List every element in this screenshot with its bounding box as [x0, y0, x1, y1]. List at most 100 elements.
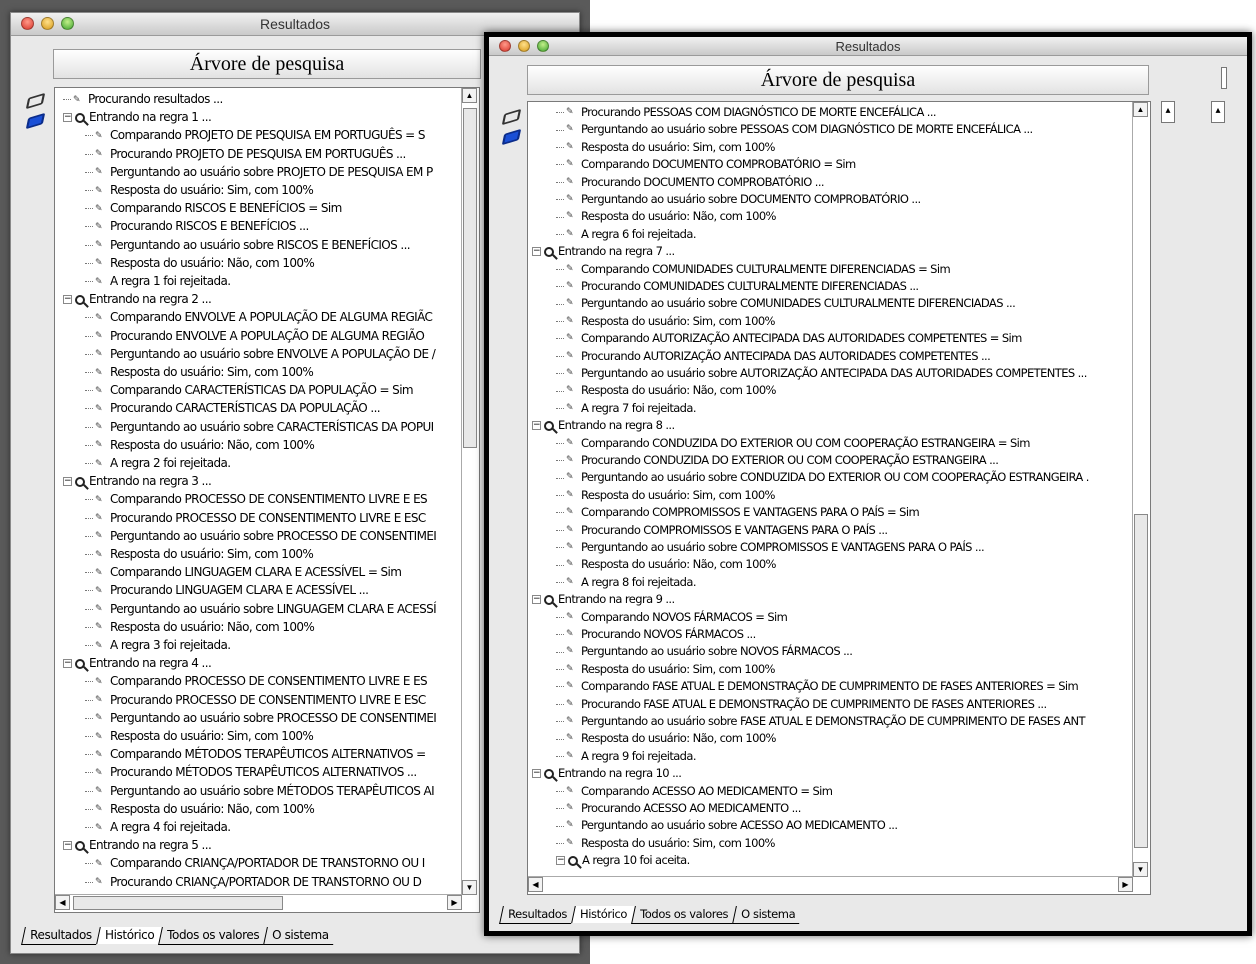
scroll-left-icon[interactable]: ◀ [55, 895, 70, 910]
tree-rule-node[interactable]: − Entrando na regra 10 ... [532, 765, 682, 782]
up-arrow-icon[interactable]: ▴ [1161, 101, 1175, 123]
tree-leaf-node[interactable]: ✎ Resposta do usuário: Sim, com 100% [85, 181, 314, 199]
tree-leaf-node[interactable]: ✎ A regra 8 foi rejeitada. [556, 574, 696, 591]
collapse-icon[interactable]: − [532, 595, 541, 605]
scroll-down-icon[interactable]: ▼ [1133, 862, 1148, 877]
tree-leaf-node[interactable]: ✎ Comparando MÉTODOS TERAPÊUTICOS ALTERNA… [85, 745, 426, 763]
scroll-right-icon[interactable]: ▶ [1118, 877, 1133, 892]
tree-leaf-node[interactable]: ✎ Perguntando ao usuário sobre CONDUZIDA … [556, 469, 1089, 486]
tree-leaf-node[interactable]: ✎ Procurando resultados ... [63, 90, 223, 108]
title-bar[interactable]: Resultados [489, 37, 1247, 56]
scroll-up-icon[interactable]: ▲ [462, 88, 477, 103]
scroll-right-icon[interactable]: ▶ [447, 895, 462, 910]
collapse-icon[interactable]: − [532, 247, 541, 257]
tree-rule-node[interactable]: − Entrando na regra 7 ... [532, 243, 675, 260]
tree-leaf-node[interactable]: ✎ Resposta do usuário: Não, com 100% [556, 208, 776, 225]
tree-rule-node[interactable]: − Entrando na regra 4 ... [63, 654, 212, 672]
tree-leaf-node[interactable]: ✎ Resposta do usuário: Não, com 100% [85, 254, 315, 272]
tree-leaf-node[interactable]: ✎ Procurando PROCESSO DE CONSENTIMENTO LI… [85, 509, 426, 527]
tree-leaf-node[interactable]: ✎ Perguntando ao usuário sobre AUTORIZAÇÃ… [556, 365, 1087, 382]
tree-leaf-node[interactable]: ✎ Perguntando ao usuário sobre ENVOLVE A … [85, 345, 436, 363]
scroll-thumb[interactable] [463, 108, 477, 448]
tree-leaf-node[interactable]: ✎ Perguntando ao usuário sobre NOVOS FÁRM… [556, 643, 853, 660]
tab-o-sistema[interactable]: O sistema [263, 927, 337, 945]
tree-leaf-node[interactable]: ✎ Procurando DOCUMENTO COMPROBATÓRIO ... [556, 174, 825, 191]
tree-leaf-node[interactable]: ✎ Resposta do usuário: Sim, com 100% [556, 139, 775, 156]
tree-leaf-node[interactable]: ✎ Procurando CARACTERÍSTICAS DA POPULAÇÃO… [85, 399, 381, 417]
tree-rule-node[interactable]: − Entrando na regra 8 ... [532, 417, 675, 434]
collapse-icon[interactable]: − [556, 856, 565, 866]
tree-leaf-node[interactable]: ✎ A regra 2 foi rejeitada. [85, 454, 231, 472]
tree-leaf-node[interactable]: ✎ Comparando PROJETO DE PESQUISA EM PORTU… [85, 126, 425, 144]
tree-leaf-node[interactable]: ✎ Procurando LINGUAGEM CLARA E ACESSÍVEL … [85, 581, 369, 599]
scroll-thumb[interactable] [1134, 514, 1148, 848]
tree-leaf-node[interactable]: ✎ Resposta do usuário: Sim, com 100% [556, 835, 775, 852]
collapse-icon[interactable]: − [63, 295, 72, 305]
collapse-icon[interactable]: − [63, 841, 72, 851]
hscroll-thumb[interactable] [73, 896, 283, 910]
collapse-icon[interactable]: − [532, 421, 541, 431]
tree-leaf-node[interactable]: ✎ Resposta do usuário: Não, com 100% [556, 382, 776, 399]
tab-resultados[interactable]: Resultados [499, 906, 575, 924]
tab-historico[interactable]: Histórico [571, 906, 635, 923]
tree-leaf-node[interactable]: ✎ Procurando ENVOLVE A POPULAÇÃO DE ALGUM… [85, 327, 425, 345]
tree-leaf-node[interactable]: ✎ Perguntando ao usuário sobre RISCOS E B… [85, 236, 411, 254]
scroll-down-icon[interactable]: ▼ [462, 880, 477, 895]
tree-leaf-node[interactable]: ✎ A regra 3 foi rejeitada. [85, 636, 231, 654]
tree-leaf-node[interactable]: ✎ A regra 1 foi rejeitada. [85, 272, 231, 290]
tree-leaf-node[interactable]: ✎ Procurando RISCOS E BENEFÍCIOS ... [85, 217, 309, 235]
collapse-icon[interactable]: − [63, 659, 72, 669]
tree-leaf-node[interactable]: ✎ Perguntando ao usuário sobre PROCESSO D… [85, 709, 437, 727]
tree-leaf-node[interactable]: ✎ Comparando CONDUZIDA DO EXTERIOR OU COM… [556, 435, 1030, 452]
tree-leaf-node[interactable]: ✎ Comparando AUTORIZAÇÃO ANTECIPADA DAS A… [556, 330, 1022, 347]
tree-leaf-node[interactable]: ✎ Perguntando ao usuário sobre CARACTERÍS… [85, 418, 434, 436]
up-arrow-icon[interactable]: ▴ [1211, 101, 1225, 123]
tree-leaf-node[interactable]: ✎ Resposta do usuário: Sim, com 100% [556, 487, 775, 504]
tree-leaf-node[interactable]: ✎ Procurando PROCESSO DE CONSENTIMENTO LI… [85, 691, 426, 709]
eraser-icon[interactable] [25, 95, 41, 107]
tree-leaf-node[interactable]: ✎ Resposta do usuário: Não, com 100% [85, 618, 315, 636]
tree-leaf-node[interactable]: ✎ Comparando ENVOLVE A POPULAÇÃO DE ALGUM… [85, 308, 433, 326]
tree-leaf-node[interactable]: ✎ Procurando AUTORIZAÇÃO ANTECIPADA DAS A… [556, 348, 991, 365]
tree-leaf-node[interactable]: ✎ Perguntando ao usuário sobre LINGUAGEM … [85, 600, 437, 618]
tree-leaf-node[interactable]: ✎ Resposta do usuário: Sim, com 100% [85, 727, 314, 745]
tree-leaf-node[interactable]: ✎ Comparando CARACTERÍSTICAS DA POPULAÇÃO… [85, 381, 414, 399]
scroll-up-icon[interactable]: ▲ [1133, 102, 1148, 117]
collapse-icon[interactable]: − [63, 113, 72, 123]
tree-leaf-node[interactable]: ✎ Procurando COMUNIDADES CULTURALMENTE DI… [556, 278, 919, 295]
tree-leaf-node[interactable]: ✎ Perguntando ao usuário sobre FASE ATUAL… [556, 713, 1085, 730]
tree-leaf-node[interactable]: ✎ Resposta do usuário: Sim, com 100% [556, 661, 775, 678]
tree-leaf-node[interactable]: ✎ Resposta do usuário: Sim, com 100% [85, 363, 314, 381]
tree-leaf-node[interactable]: ✎ Comparando DOCUMENTO COMPROBATÓRIO = Si… [556, 156, 856, 173]
tree-leaf-node[interactable]: ✎ Procurando CRIANÇA/PORTADOR DE TRANSTOR… [85, 873, 422, 891]
collapse-icon[interactable]: − [63, 477, 72, 487]
tab-todos-os-valores[interactable]: Todos os valores [631, 906, 736, 924]
tree-leaf-node[interactable]: ✎ Comparando FASE ATUAL E DEMONSTRAÇÃO DE… [556, 678, 1079, 695]
tree-leaf-node[interactable]: ✎ Resposta do usuário: Sim, com 100% [556, 313, 775, 330]
tree-leaf-node[interactable]: ✎ Procurando CONDUZIDA DO EXTERIOR OU COM… [556, 452, 999, 469]
tree-leaf-node[interactable]: ✎ Comparando COMPROMISSOS E VANTAGENS PAR… [556, 504, 920, 521]
tree-leaf-node[interactable]: ✎ Perguntando ao usuário sobre PROCESSO D… [85, 527, 437, 545]
tree-leaf-node[interactable]: ✎ A regra 6 foi rejeitada. [556, 226, 696, 243]
tree-rule-node[interactable]: − Entrando na regra 5 ... [63, 836, 212, 854]
tree-leaf-node[interactable]: ✎ A regra 9 foi rejeitada. [556, 748, 696, 765]
tree-leaf-node[interactable]: ✎ Comparando LINGUAGEM CLARA E ACESSÍVEL … [85, 563, 402, 581]
tree-leaf-node[interactable]: ✎ Perguntando ao usuário sobre COMUNIDADE… [556, 295, 1016, 312]
tree-leaf-node[interactable]: ✎ Comparando PROCESSO DE CONSENTIMENTO LI… [85, 490, 428, 508]
tree-leaf-node[interactable]: ✎ Comparando CRIANÇA/PORTADOR DE TRANSTOR… [85, 854, 425, 872]
collapse-icon[interactable]: − [532, 769, 541, 779]
tree-leaf-node[interactable]: ✎ A regra 7 foi rejeitada. [556, 400, 696, 417]
tree-leaf-node[interactable]: ✎ Resposta do usuário: Não, com 100% [85, 800, 315, 818]
tree-rule-node[interactable]: − Entrando na regra 1 ... [63, 108, 212, 126]
tree-rule-node[interactable]: − Entrando na regra 2 ... [63, 290, 212, 308]
tree-leaf-node[interactable]: ✎ Perguntando ao usuário sobre PROJETO DE… [85, 163, 433, 181]
tree-leaf-node[interactable]: ✎ Procurando PROJETO DE PESQUISA EM PORTU… [85, 145, 406, 163]
tree-leaf-node[interactable]: ✎ Perguntando ao usuário sobre PESSOAS CO… [556, 121, 1033, 138]
horizontal-scrollbar[interactable]: ◀ ▶ [528, 876, 1133, 894]
tree-rule-node[interactable]: − Entrando na regra 3 ... [63, 472, 212, 490]
tab-o-sistema[interactable]: O sistema [732, 906, 804, 924]
horizontal-scrollbar[interactable]: ◀ ▶ [55, 894, 462, 912]
tree-leaf-node[interactable]: ✎ Resposta do usuário: Não, com 100% [556, 730, 776, 747]
vertical-scrollbar[interactable]: ▲ ▼ [461, 88, 479, 895]
tree-leaf-node[interactable]: ✎ Comparando COMUNIDADES CULTURALMENTE DI… [556, 261, 951, 278]
